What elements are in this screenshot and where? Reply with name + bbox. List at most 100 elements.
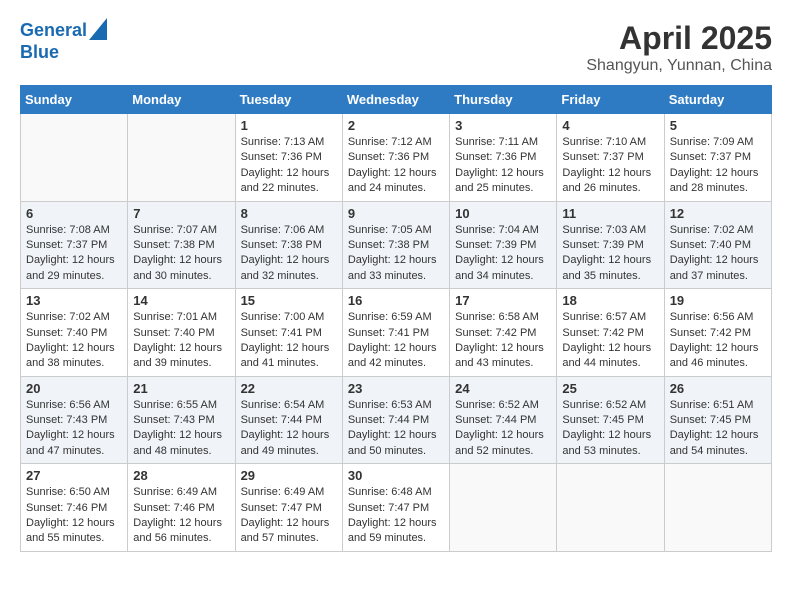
- day-info: Sunrise: 6:55 AMSunset: 7:43 PMDaylight:…: [133, 398, 229, 460]
- calendar-cell: [557, 464, 664, 552]
- day-info: Sunrise: 6:56 AMSunset: 7:42 PMDaylight:…: [670, 310, 766, 372]
- day-info: Sunrise: 6:50 AMSunset: 7:46 PMDaylight:…: [26, 485, 122, 547]
- day-info: Sunrise: 7:01 AMSunset: 7:40 PMDaylight:…: [133, 310, 229, 372]
- calendar-cell: [450, 464, 557, 552]
- day-info: Sunrise: 7:11 AMSunset: 7:36 PMDaylight:…: [455, 135, 551, 197]
- title-block: April 2025 Shangyun, Yunnan, China: [586, 20, 772, 75]
- calendar-cell: 14 Sunrise: 7:01 AMSunset: 7:40 PMDayligh…: [128, 289, 235, 377]
- day-header-monday: Monday: [128, 86, 235, 114]
- day-info: Sunrise: 7:13 AMSunset: 7:36 PMDaylight:…: [241, 135, 337, 197]
- day-number: 30: [348, 468, 444, 483]
- day-number: 8: [241, 206, 337, 221]
- calendar-cell: 16 Sunrise: 6:59 AMSunset: 7:41 PMDayligh…: [342, 289, 449, 377]
- day-number: 23: [348, 381, 444, 396]
- day-info: Sunrise: 6:54 AMSunset: 7:44 PMDaylight:…: [241, 398, 337, 460]
- day-info: Sunrise: 6:58 AMSunset: 7:42 PMDaylight:…: [455, 310, 551, 372]
- calendar-cell: 7Sunrise: 7:07 AMSunset: 7:38 PMDaylight…: [128, 201, 235, 289]
- day-info: Sunrise: 6:51 AMSunset: 7:45 PMDaylight:…: [670, 398, 766, 460]
- calendar-cell: 10 Sunrise: 7:04 AMSunset: 7:39 PMDayligh…: [450, 201, 557, 289]
- calendar-cell: [664, 464, 771, 552]
- calendar-cell: 13 Sunrise: 7:02 AMSunset: 7:40 PMDayligh…: [21, 289, 128, 377]
- day-info: Sunrise: 6:48 AMSunset: 7:47 PMDaylight:…: [348, 485, 444, 547]
- day-number: 4: [562, 118, 658, 133]
- day-number: 29: [241, 468, 337, 483]
- day-header-sunday: Sunday: [21, 86, 128, 114]
- calendar-cell: 3 Sunrise: 7:11 AMSunset: 7:36 PMDaylight…: [450, 114, 557, 202]
- day-number: 14: [133, 293, 229, 308]
- day-info: Sunrise: 7:10 AMSunset: 7:37 PMDaylight:…: [562, 135, 658, 197]
- day-info: Sunrise: 7:02 AMSunset: 7:40 PMDaylight:…: [26, 310, 122, 372]
- day-number: 18: [562, 293, 658, 308]
- day-number: 1: [241, 118, 337, 133]
- calendar-cell: 18 Sunrise: 6:57 AMSunset: 7:42 PMDayligh…: [557, 289, 664, 377]
- day-info: Sunrise: 6:59 AMSunset: 7:41 PMDaylight:…: [348, 310, 444, 372]
- calendar-cell: 28Sunrise: 6:49 AMSunset: 7:46 PMDayligh…: [128, 464, 235, 552]
- calendar-cell: [21, 114, 128, 202]
- calendar-header-row: SundayMondayTuesdayWednesdayThursdayFrid…: [21, 86, 772, 114]
- logo-text-blue: Blue: [20, 42, 59, 64]
- month-title: April 2025: [586, 20, 772, 57]
- day-number: 10: [455, 206, 551, 221]
- day-header-tuesday: Tuesday: [235, 86, 342, 114]
- logo-text-general: General: [20, 20, 87, 42]
- day-info: Sunrise: 7:12 AMSunset: 7:36 PMDaylight:…: [348, 135, 444, 197]
- calendar-cell: 9 Sunrise: 7:05 AMSunset: 7:38 PMDaylight…: [342, 201, 449, 289]
- day-number: 2: [348, 118, 444, 133]
- calendar-cell: 22 Sunrise: 6:54 AMSunset: 7:44 PMDayligh…: [235, 376, 342, 464]
- day-info: Sunrise: 7:05 AMSunset: 7:38 PMDaylight:…: [348, 223, 444, 285]
- day-number: 12: [670, 206, 766, 221]
- calendar-week-5: 27 Sunrise: 6:50 AMSunset: 7:46 PMDayligh…: [21, 464, 772, 552]
- calendar-cell: 4 Sunrise: 7:10 AMSunset: 7:37 PMDaylight…: [557, 114, 664, 202]
- day-info: Sunrise: 6:56 AMSunset: 7:43 PMDaylight:…: [26, 398, 122, 460]
- calendar-cell: 5Sunrise: 7:09 AMSunset: 7:37 PMDaylight…: [664, 114, 771, 202]
- day-info: Sunrise: 6:57 AMSunset: 7:42 PMDaylight:…: [562, 310, 658, 372]
- calendar-cell: 30 Sunrise: 6:48 AMSunset: 7:47 PMDayligh…: [342, 464, 449, 552]
- calendar-cell: 12Sunrise: 7:02 AMSunset: 7:40 PMDayligh…: [664, 201, 771, 289]
- day-info: Sunrise: 7:07 AMSunset: 7:38 PMDaylight:…: [133, 223, 229, 285]
- calendar-cell: 6 Sunrise: 7:08 AMSunset: 7:37 PMDaylight…: [21, 201, 128, 289]
- day-number: 11: [562, 206, 658, 221]
- day-info: Sunrise: 6:53 AMSunset: 7:44 PMDaylight:…: [348, 398, 444, 460]
- calendar-cell: 21 Sunrise: 6:55 AMSunset: 7:43 PMDayligh…: [128, 376, 235, 464]
- day-number: 16: [348, 293, 444, 308]
- day-info: Sunrise: 6:52 AMSunset: 7:44 PMDaylight:…: [455, 398, 551, 460]
- logo: General Blue: [20, 20, 107, 63]
- day-number: 24: [455, 381, 551, 396]
- day-number: 3: [455, 118, 551, 133]
- day-number: 19: [670, 293, 766, 308]
- calendar-cell: 23 Sunrise: 6:53 AMSunset: 7:44 PMDayligh…: [342, 376, 449, 464]
- day-info: Sunrise: 7:08 AMSunset: 7:37 PMDaylight:…: [26, 223, 122, 285]
- day-number: 21: [133, 381, 229, 396]
- day-info: Sunrise: 6:52 AMSunset: 7:45 PMDaylight:…: [562, 398, 658, 460]
- logo-icon: [89, 18, 107, 40]
- calendar-cell: 29Sunrise: 6:49 AMSunset: 7:47 PMDayligh…: [235, 464, 342, 552]
- page-header: General Blue April 2025 Shangyun, Yunnan…: [20, 20, 772, 75]
- day-number: 17: [455, 293, 551, 308]
- day-info: Sunrise: 7:04 AMSunset: 7:39 PMDaylight:…: [455, 223, 551, 285]
- calendar-week-3: 13 Sunrise: 7:02 AMSunset: 7:40 PMDayligh…: [21, 289, 772, 377]
- day-number: 28: [133, 468, 229, 483]
- calendar-cell: 20 Sunrise: 6:56 AMSunset: 7:43 PMDayligh…: [21, 376, 128, 464]
- day-info: Sunrise: 7:09 AMSunset: 7:37 PMDaylight:…: [670, 135, 766, 197]
- location-title: Shangyun, Yunnan, China: [586, 57, 772, 75]
- day-info: Sunrise: 7:00 AMSunset: 7:41 PMDaylight:…: [241, 310, 337, 372]
- day-number: 27: [26, 468, 122, 483]
- calendar-cell: 17 Sunrise: 6:58 AMSunset: 7:42 PMDayligh…: [450, 289, 557, 377]
- day-number: 6: [26, 206, 122, 221]
- day-header-wednesday: Wednesday: [342, 86, 449, 114]
- calendar-cell: 15Sunrise: 7:00 AMSunset: 7:41 PMDayligh…: [235, 289, 342, 377]
- day-header-friday: Friday: [557, 86, 664, 114]
- calendar-week-2: 6 Sunrise: 7:08 AMSunset: 7:37 PMDaylight…: [21, 201, 772, 289]
- day-number: 20: [26, 381, 122, 396]
- calendar-cell: 26 Sunrise: 6:51 AMSunset: 7:45 PMDayligh…: [664, 376, 771, 464]
- day-number: 25: [562, 381, 658, 396]
- day-info: Sunrise: 7:03 AMSunset: 7:39 PMDaylight:…: [562, 223, 658, 285]
- calendar-cell: 19 Sunrise: 6:56 AMSunset: 7:42 PMDayligh…: [664, 289, 771, 377]
- day-number: 9: [348, 206, 444, 221]
- day-number: 13: [26, 293, 122, 308]
- calendar-cell: 25 Sunrise: 6:52 AMSunset: 7:45 PMDayligh…: [557, 376, 664, 464]
- calendar-cell: 27 Sunrise: 6:50 AMSunset: 7:46 PMDayligh…: [21, 464, 128, 552]
- day-number: 22: [241, 381, 337, 396]
- calendar-week-1: 1 Sunrise: 7:13 AMSunset: 7:36 PMDaylight…: [21, 114, 772, 202]
- day-number: 26: [670, 381, 766, 396]
